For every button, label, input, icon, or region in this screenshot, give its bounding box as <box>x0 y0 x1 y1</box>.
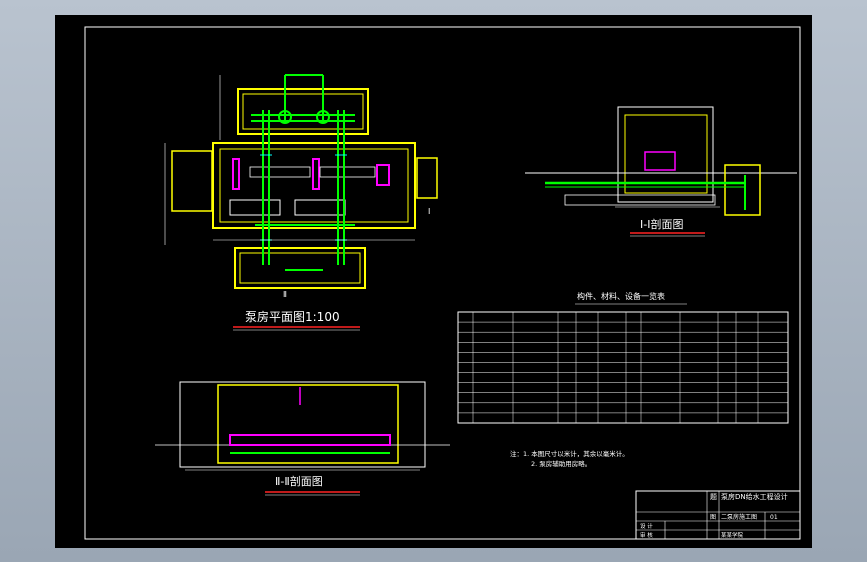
pipe-network <box>251 74 355 271</box>
pump-unit-3 <box>376 164 390 186</box>
cad-drawing-canvas: Ⅱ Ⅰ 泵房平面图1:100 Ⅰ-Ⅰ剖面图 Ⅱ-Ⅱ剖面图 构件、材料、设备一览表 <box>84 26 801 540</box>
drawing-name: 二泵房施工图 <box>721 513 757 521</box>
drawing-label: 图 <box>710 514 716 521</box>
section-marker-right: Ⅰ <box>428 207 430 216</box>
designer-label: 设 计 <box>640 522 653 530</box>
project-name: 泵房DN给水工程设计 <box>721 492 788 501</box>
title-block: 题 泵房DN给水工程设计 图 二泵房施工图 01 设 计 审 核 某某学院 <box>635 490 801 540</box>
plan-title: 泵房平面图1:100 <box>245 309 340 324</box>
school-name: 某某学院 <box>721 531 744 539</box>
cad-drawing-sheet: Ⅱ Ⅰ 泵房平面图1:100 Ⅰ-Ⅰ剖面图 Ⅱ-Ⅱ剖面图 构件、材料、设备一览表 <box>55 15 812 548</box>
pump-unit-1 <box>232 158 240 190</box>
annex-right <box>416 157 438 199</box>
pump-unit-2 <box>312 158 320 190</box>
plan-dimensions <box>164 75 415 245</box>
section2-title: Ⅱ-Ⅱ剖面图 <box>275 474 323 488</box>
equipment-table <box>457 311 789 424</box>
lower-outlet-well <box>234 247 366 289</box>
annex-left <box>171 150 213 212</box>
table-title: 构件、材料、设备一览表 <box>577 291 665 301</box>
upper-suction-well <box>237 88 369 135</box>
pump-row <box>229 434 391 446</box>
section1-title: Ⅰ-Ⅰ剖面图 <box>640 217 683 231</box>
note-line-2: 2. 泵房辅助用房略。 <box>531 459 591 468</box>
sheet-number: 01 <box>770 514 778 521</box>
outer-frame <box>84 26 801 540</box>
pump-house-plan: Ⅱ Ⅰ <box>164 74 438 299</box>
reviewer-label: 审 核 <box>640 531 653 539</box>
note-line-1: 注：1. 本图尺寸以米计，其余以毫米计。 <box>510 449 629 458</box>
section-marker-bottom: Ⅱ <box>283 290 287 299</box>
project-label: 题 <box>710 493 717 501</box>
section-2-view <box>155 381 450 471</box>
section-1-view <box>525 106 797 216</box>
